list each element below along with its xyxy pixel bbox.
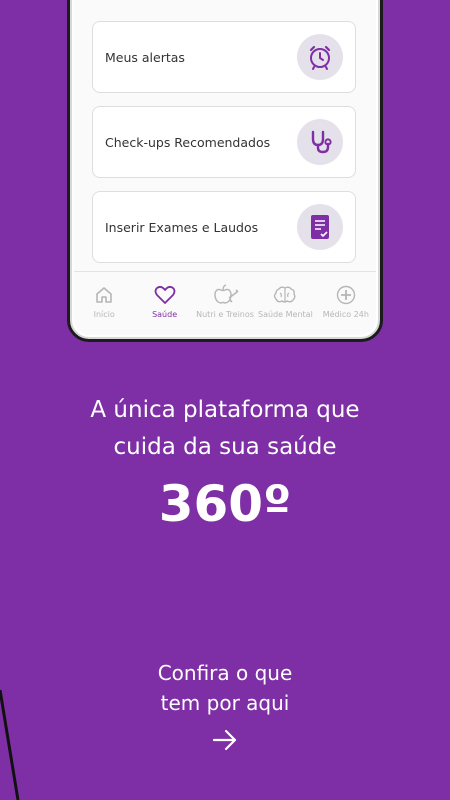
card-check-ups[interactable]: Check-ups Recomendados <box>92 106 356 178</box>
cta-line-1: Confira o que <box>157 661 293 685</box>
nav-label: Nutri e Treinos <box>196 310 254 319</box>
stethoscope-icon <box>297 119 343 165</box>
card-meus-alertas[interactable]: Meus alertas <box>92 21 356 93</box>
nav-item-medico-24h[interactable]: Médico 24h <box>316 272 376 335</box>
nav-label: Médico 24h <box>322 310 369 319</box>
document-check-icon <box>297 204 343 250</box>
cta-text[interactable]: Confira o que tem por aqui <box>0 658 450 718</box>
cta-line-2: tem por aqui <box>160 691 290 715</box>
card-label: Check-ups Recomendados <box>105 134 271 150</box>
card-label: Meus alertas <box>105 49 185 65</box>
alarm-clock-icon <box>297 34 343 80</box>
nav-item-inicio[interactable]: Início <box>74 272 134 335</box>
nav-item-saude-mental[interactable]: Saúde Mental <box>255 272 315 335</box>
phone-screen: Meus alertas Check-ups Recomendados Inse… <box>74 0 376 335</box>
arrow-right-icon[interactable] <box>211 727 239 753</box>
heart-icon <box>154 284 176 306</box>
nav-item-saude[interactable]: Saúde <box>134 272 194 335</box>
headline: A única plataforma que cuida da sua saúd… <box>0 392 450 466</box>
brain-icon <box>273 284 297 306</box>
bottom-nav: Início Saúde Nutri e Treinos Saúde Menta… <box>74 271 376 335</box>
headline-line-2: cuida da sua saúde <box>113 434 337 460</box>
nav-label: Início <box>93 310 115 319</box>
apple-dumbbell-icon <box>211 284 239 306</box>
phone-mockup: Meus alertas Check-ups Recomendados Inse… <box>67 0 383 342</box>
nav-item-nutri-treinos[interactable]: Nutri e Treinos <box>195 272 255 335</box>
big-number-360: 360º <box>158 475 292 533</box>
headline-line-1: A única plataforma que <box>90 397 360 423</box>
nav-label: Saúde Mental <box>258 310 313 319</box>
nav-label: Saúde <box>152 310 178 319</box>
card-inserir-exames[interactable]: Inserir Exames e Laudos <box>92 191 356 263</box>
card-label: Inserir Exames e Laudos <box>105 219 259 235</box>
home-icon <box>94 284 114 306</box>
medical-plus-icon <box>336 284 356 306</box>
